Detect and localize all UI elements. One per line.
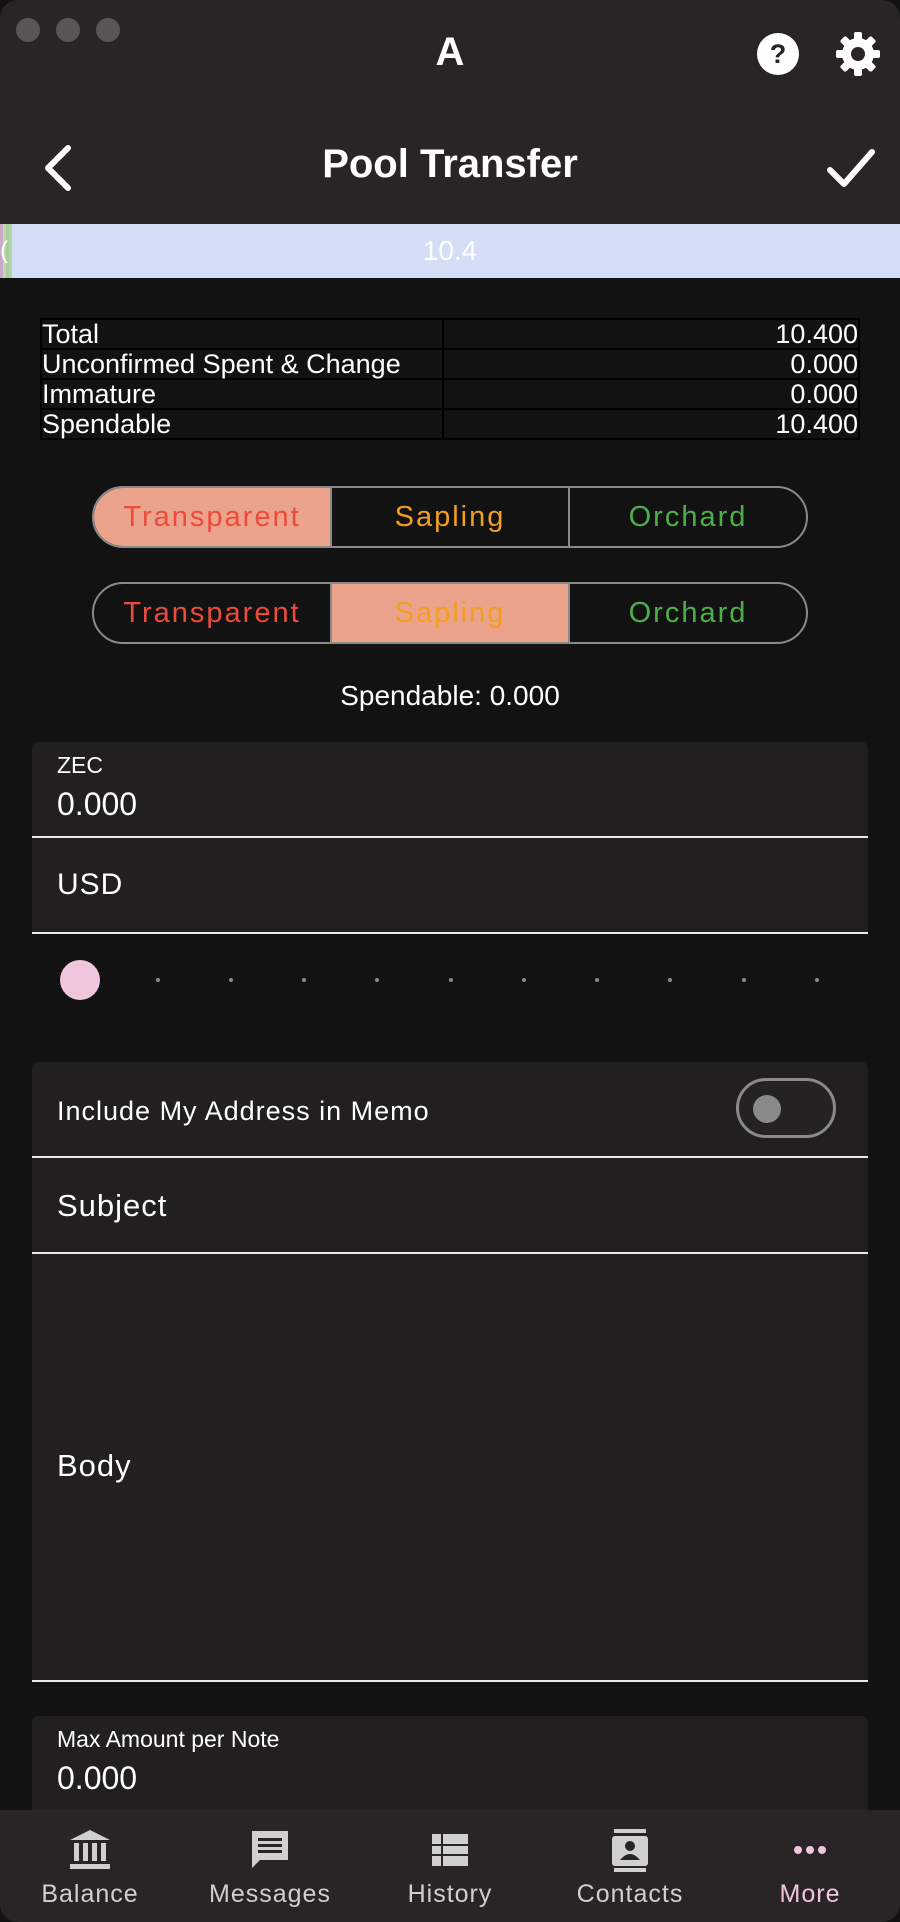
to-pool-selector: Transparent Sapling Orchard [92,582,808,644]
balance-label: Total [40,318,444,350]
amount-slider[interactable] [32,950,868,1010]
table-row: Immature 0.000 [40,378,860,410]
max-note-value: 0.000 [57,1760,138,1796]
zec-field-value: 0.000 [57,786,138,822]
from-pool-transparent[interactable]: Transparent [94,488,332,546]
nav-messages-label: Messages [209,1880,331,1908]
balance-value: 0.000 [442,378,860,410]
nav-contacts-label: Contacts [576,1880,684,1908]
title-bar: A ? Pool Transfer [0,0,900,225]
slider-thumb[interactable] [60,960,100,1000]
to-pool-transparent[interactable]: Transparent [94,584,332,642]
balance-value: 10.400 [442,318,860,350]
max-note-label: Max Amount per Note [57,1726,280,1752]
toggle-knob [753,1095,781,1123]
app-window: A ? Pool Transfer ( 10.4 Total 10.400 Un… [0,0,900,1922]
nav-more-label: More [779,1880,841,1908]
balance-label: Spendable [40,408,444,440]
balance-value: 10.400 [442,408,860,440]
nav-history[interactable]: History [360,1810,540,1922]
svg-text:?: ? [770,39,787,69]
balance-label: Unconfirmed Spent & Change [40,348,444,380]
table-row: Spendable 10.400 [40,408,860,440]
memo-subject-field[interactable]: Subject [32,1158,868,1254]
max-amount-per-note-field[interactable]: Max Amount per Note 0.000 [32,1716,868,1812]
nav-more[interactable]: More [720,1810,900,1922]
balance-value: 0.000 [442,348,860,380]
include-address-row: Include My Address in Memo [32,1062,868,1158]
page-title: Pool Transfer [322,142,578,186]
contacts-icon [612,1829,648,1872]
settings-gear-icon[interactable] [834,30,882,78]
list-icon [432,1834,468,1866]
more-icon [794,1846,826,1854]
nav-history-label: History [407,1880,493,1908]
include-address-label: Include My Address in Memo [57,1096,430,1126]
nav-contacts[interactable]: Contacts [540,1810,720,1922]
from-pool-orchard[interactable]: Orchard [570,488,806,546]
to-pool-sapling[interactable]: Sapling [332,584,570,642]
from-pool-selector: Transparent Sapling Orchard [92,486,808,548]
nav-balance-label: Balance [41,1880,139,1908]
message-icon [252,1831,288,1868]
pool-balance-bar: ( 10.4 [0,224,900,278]
table-row: Unconfirmed Spent & Change 0.000 [40,348,860,380]
include-address-toggle[interactable] [736,1078,836,1138]
help-icon[interactable]: ? [754,30,802,78]
balance-label: Immature [40,378,444,410]
bottom-navigation: Balance Messages History Contacts More [0,1810,900,1922]
nav-messages[interactable]: Messages [180,1810,360,1922]
to-pool-orchard[interactable]: Orchard [570,584,806,642]
bar-value: 10.4 [422,235,478,266]
confirm-check-icon[interactable] [826,146,876,190]
zec-amount-field[interactable]: ZEC 0.000 [32,742,868,838]
memo-body-field[interactable]: Body [32,1254,868,1682]
usd-field-label: USD [57,868,124,901]
nav-balance[interactable]: Balance [0,1810,180,1922]
balance-table: Total 10.400 Unconfirmed Spent & Change 0.… [40,318,860,440]
zec-field-label: ZEC [57,752,103,778]
spendable-amount: Spendable: 0.000 [340,680,560,711]
subject-field-label: Subject [57,1188,168,1223]
usd-amount-field[interactable]: USD [32,838,868,934]
table-row: Total 10.400 [40,318,860,350]
body-field-label: Body [57,1448,132,1483]
from-pool-sapling[interactable]: Sapling [332,488,570,546]
bank-icon [70,1830,110,1869]
